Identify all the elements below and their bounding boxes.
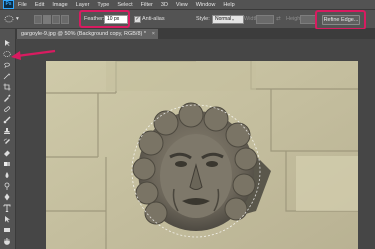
menu-bar: Ps File Edit Image Layer Type Select Fil…: [0, 0, 375, 10]
menu-edit[interactable]: Edit: [35, 2, 44, 8]
width-input[interactable]: [256, 14, 274, 24]
add-selection-button[interactable]: [43, 15, 51, 24]
menu-3d[interactable]: 3D: [161, 2, 168, 8]
antialias-label: Anti-alias: [142, 16, 165, 22]
style-select[interactable]: Normal: [212, 14, 244, 24]
ellipse-marquee-icon[interactable]: [4, 14, 14, 24]
antialias-checkbox[interactable]: ✓: [134, 16, 141, 23]
brush-icon[interactable]: [3, 116, 11, 124]
hand-icon[interactable]: [3, 237, 11, 245]
close-tab-icon[interactable]: ×: [152, 29, 155, 39]
style-label: Style:: [196, 16, 210, 22]
menu: File Edit Image Layer Type Select Filter…: [18, 2, 243, 8]
history-brush-icon[interactable]: [3, 138, 11, 146]
menu-help[interactable]: Help: [223, 2, 234, 8]
type-icon[interactable]: [3, 204, 11, 212]
menu-file[interactable]: File: [18, 2, 27, 8]
clone-stamp-icon[interactable]: [3, 127, 11, 135]
menu-filter[interactable]: Filter: [141, 2, 153, 8]
magic-wand-icon[interactable]: [3, 72, 11, 80]
photoshop-logo: Ps: [3, 0, 14, 9]
path-selection-icon[interactable]: [3, 215, 11, 223]
menu-layer[interactable]: Layer: [76, 2, 90, 8]
subtract-selection-button[interactable]: [52, 15, 60, 24]
menu-select[interactable]: Select: [117, 2, 132, 8]
document-image[interactable]: [46, 61, 358, 249]
pen-icon[interactable]: [3, 193, 11, 201]
height-input[interactable]: [300, 14, 316, 24]
document-tab-bar: gargoyle-9.jpg @ 50% (Background copy, R…: [15, 29, 375, 39]
feather-highlight: [79, 10, 130, 28]
refine-edge-highlight: [315, 10, 366, 30]
gradient-icon[interactable]: [3, 160, 11, 168]
menu-window[interactable]: Window: [196, 2, 216, 8]
menu-type[interactable]: Type: [97, 2, 109, 8]
intersect-selection-button[interactable]: [61, 15, 69, 24]
dodge-icon[interactable]: [3, 182, 11, 190]
menu-image[interactable]: Image: [52, 2, 67, 8]
menu-view[interactable]: View: [176, 2, 188, 8]
healing-brush-icon[interactable]: [3, 105, 11, 113]
new-selection-button[interactable]: [34, 15, 42, 24]
annotation-arrow-icon: [11, 49, 56, 60]
eraser-icon[interactable]: [3, 149, 11, 157]
rectangle-shape-icon[interactable]: [3, 226, 11, 234]
style-chevron-icon: ▾: [232, 17, 235, 22]
blur-icon[interactable]: [3, 171, 11, 179]
gargoyle-photo: [46, 61, 358, 249]
crop-icon[interactable]: [3, 83, 11, 91]
swap-icon[interactable]: ⇄: [276, 15, 281, 23]
tool-preset-chevron-icon[interactable]: ▾: [16, 15, 19, 23]
eyedropper-icon[interactable]: [3, 94, 11, 102]
